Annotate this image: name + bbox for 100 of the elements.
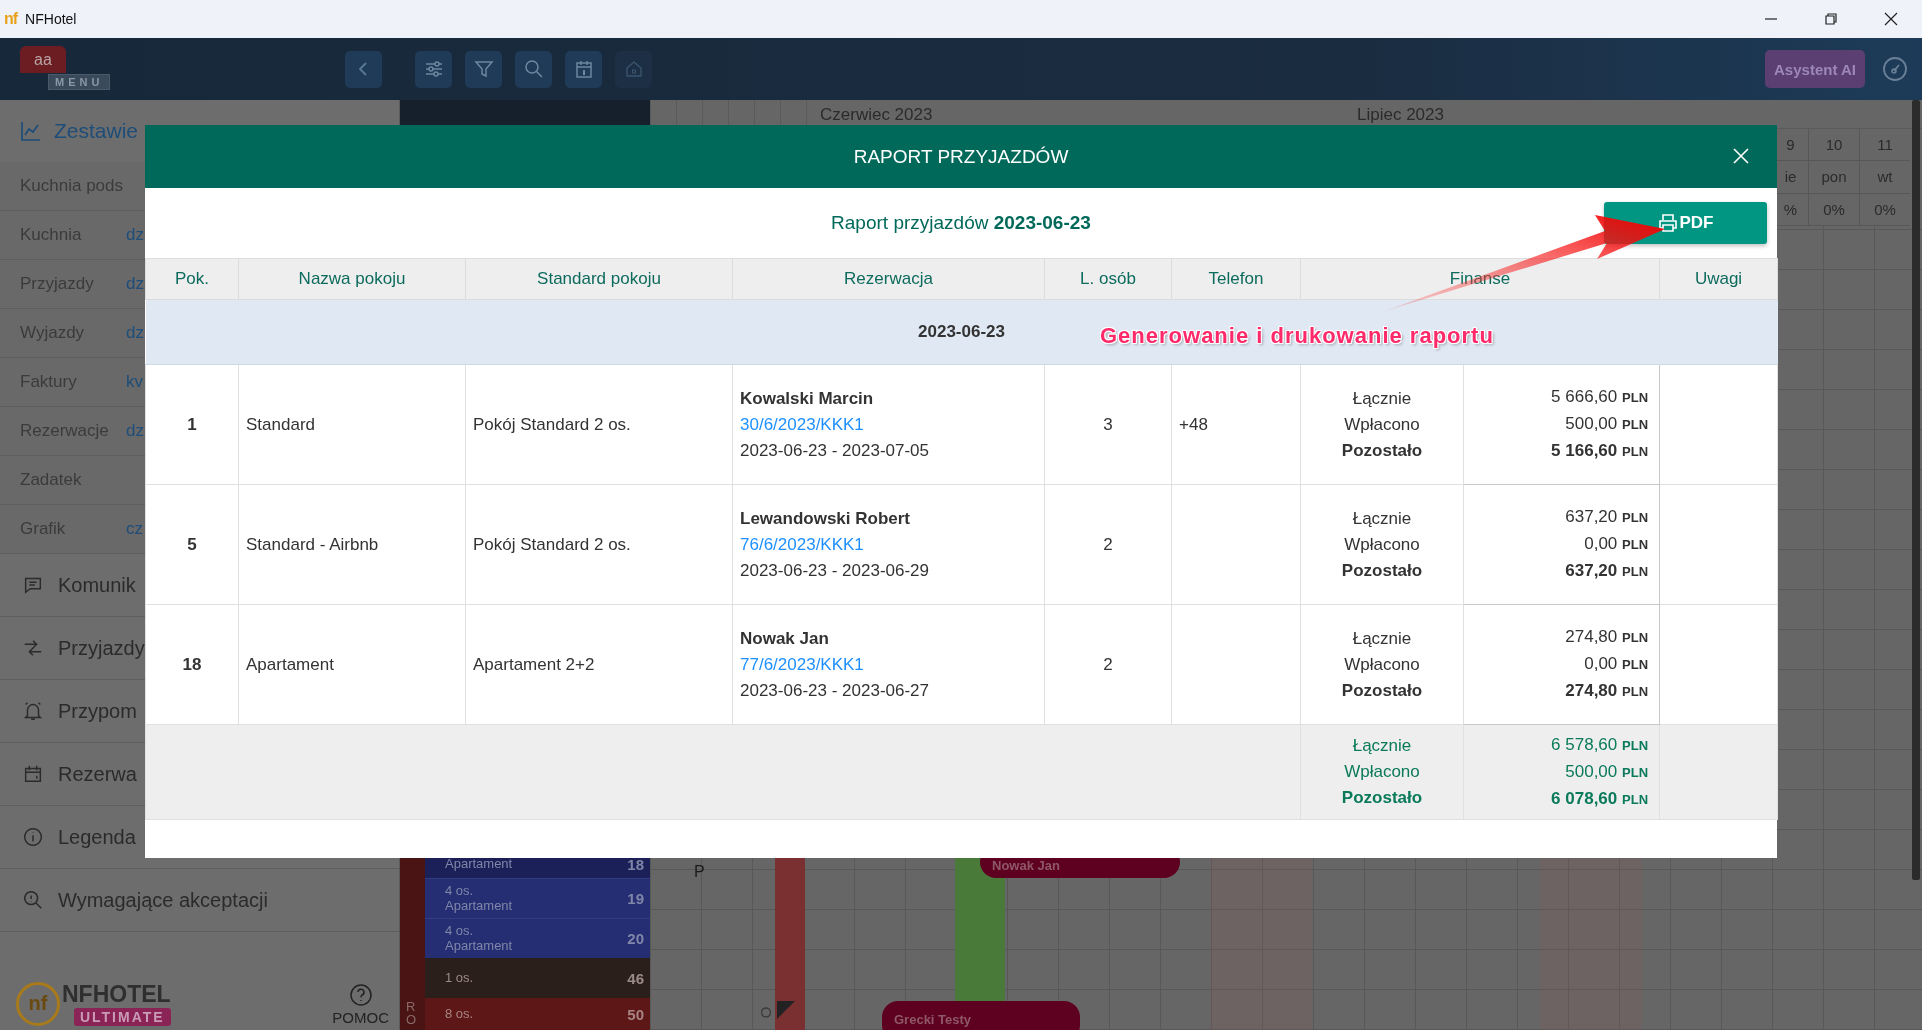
search-icon (523, 59, 544, 79)
assistant-button[interactable]: Asystent AI (1765, 50, 1865, 88)
column-header: Finanse (1300, 258, 1660, 300)
finance-label: Wpłacono (1344, 413, 1420, 436)
finance-value: 274,80 PLN (1565, 680, 1648, 702)
room-row[interactable]: 4 os. Apartament 20 (425, 918, 650, 958)
table-cell: Apartament (238, 604, 466, 725)
phone-number: +48 (1179, 414, 1208, 434)
table-cell: Pokój Standard 2 os. (465, 364, 733, 485)
booking-bar[interactable]: Grecki Testy (882, 1001, 1080, 1030)
reservation-link[interactable]: 77/6/2023/KKK1 (740, 651, 1043, 678)
table-cell: 18 (145, 604, 239, 725)
day-number: 11 (1860, 129, 1910, 162)
total-label: Łącznie (1352, 735, 1412, 757)
report-heading: Raport przyjazdów 2023-06-23 (831, 212, 1091, 234)
section-title[interactable]: Zestawie (54, 119, 139, 143)
calendar-button[interactable] (565, 50, 602, 88)
filter-icon (473, 59, 494, 79)
menu-icon (22, 826, 44, 848)
filter-button[interactable] (465, 50, 502, 88)
menu-item[interactable]: Legenda (58, 825, 136, 849)
finance-label: Łącznie (1352, 387, 1412, 410)
finance-label: Pozostało (1341, 559, 1423, 582)
logo-brand: NFHOTEL (62, 981, 171, 1008)
menu-item[interactable]: Przypom (58, 699, 137, 723)
logo-edition: ULTIMATE (73, 1008, 171, 1026)
stay-dates: 2023-06-23 - 2023-06-27 (740, 679, 931, 702)
finance-label: Łącznie (1352, 627, 1412, 650)
finance-value: 637,20 PLN (1565, 560, 1648, 582)
guest-name: Lewandowski Robert (740, 507, 912, 530)
guest-name: Nowak Jan (740, 627, 830, 650)
menu-icon (22, 637, 44, 659)
report-link[interactable]: dz (126, 274, 144, 294)
total-value: 6 078,60 PLN (1551, 787, 1648, 810)
finance-value: 5 666,60 PLN (1551, 386, 1648, 408)
finance-value: 0,00 PLN (1584, 653, 1648, 675)
menu-item[interactable]: Rezerwa (58, 762, 137, 786)
total-value: 500,00 PLN (1565, 760, 1648, 783)
cell-mark: P (694, 863, 705, 881)
finance-label: Łącznie (1352, 507, 1412, 530)
guest-name: Kowalski Marcin (740, 387, 875, 410)
back-button[interactable] (345, 50, 382, 88)
window-title: NFHotel (25, 11, 77, 27)
finance-value: 274,80 PLN (1565, 626, 1648, 648)
room-row[interactable]: 4 os. Apartament 19 (425, 878, 650, 918)
scrollbar[interactable] (1912, 100, 1920, 880)
chart-icon (20, 120, 42, 142)
total-label: Wpłacono (1344, 761, 1420, 783)
report-link[interactable]: dz (126, 225, 144, 245)
day-number: 10 (1809, 129, 1859, 162)
menu-label[interactable]: MENU (48, 74, 111, 90)
report-link[interactable]: cz (126, 519, 143, 539)
occupancy: 0% (1860, 193, 1910, 226)
table-cell: 5 (145, 484, 239, 605)
month-label: Czerwiec 2023 (819, 105, 934, 126)
dialog-title: RAPORT PRZYJAZDÓW (853, 145, 1069, 168)
table-cell: Apartament 2+2 (465, 604, 733, 725)
column-header: Nazwa pokoju (238, 258, 466, 300)
column-header: Rezerwacja (732, 258, 1045, 300)
menu-item[interactable]: Przyjazdy (58, 636, 145, 660)
sliders-icon (423, 59, 444, 79)
column-header: Uwagi (1659, 258, 1778, 300)
column-header: Telefon (1171, 258, 1301, 300)
room-row[interactable]: 8 os. 50 (425, 998, 650, 1030)
column-header: Pok. (145, 258, 239, 300)
finance-label: Pozostało (1341, 439, 1423, 462)
table-cell: Pokój Standard 2 os. (465, 484, 733, 605)
reservation-link[interactable]: 30/6/2023/KKK1 (740, 411, 1043, 438)
total-label: Pozostało (1341, 787, 1423, 809)
report-link[interactable]: kv (126, 372, 143, 392)
finance-label: Pozostało (1341, 679, 1423, 702)
home-icon (623, 59, 644, 79)
help-link[interactable]: POMOC (332, 1009, 389, 1026)
weekday: pon (1809, 161, 1859, 194)
app-icon: nf (4, 10, 18, 28)
settings-button[interactable] (415, 50, 452, 88)
menu-item[interactable]: Wymagające akceptacji (58, 888, 268, 912)
total-value: 6 578,60 PLN (1551, 733, 1648, 756)
report-link[interactable]: dz (126, 421, 144, 441)
help-icon[interactable] (348, 983, 373, 1007)
column-header: L. osób (1044, 258, 1172, 300)
search-button[interactable] (515, 50, 552, 88)
table-cell: 2 (1044, 604, 1172, 725)
room-row[interactable]: 1 os. 46 (425, 958, 650, 998)
logo-mark: nf (16, 981, 60, 1026)
gauge-icon[interactable] (1882, 56, 1908, 82)
annotation-text: Generowanie i drukowanie raportu (1100, 323, 1494, 349)
month-label: Lipiec 2023 (1356, 105, 1444, 126)
table-cell: Standard - Airbnb (238, 484, 466, 605)
avatar[interactable]: aa (20, 46, 66, 73)
table-cell: 2 (1044, 484, 1172, 605)
reservation-link[interactable]: 76/6/2023/KKK1 (740, 531, 1043, 558)
table-cell: Standard (238, 364, 466, 485)
calendar-icon (573, 59, 594, 79)
corner-mark (777, 1001, 795, 1019)
stay-dates: 2023-06-23 - 2023-07-05 (740, 439, 931, 462)
report-link[interactable]: dz (126, 323, 144, 343)
close-icon[interactable] (1884, 12, 1898, 26)
restore-icon[interactable] (1824, 12, 1838, 26)
menu-item[interactable]: Komunik (58, 573, 136, 597)
